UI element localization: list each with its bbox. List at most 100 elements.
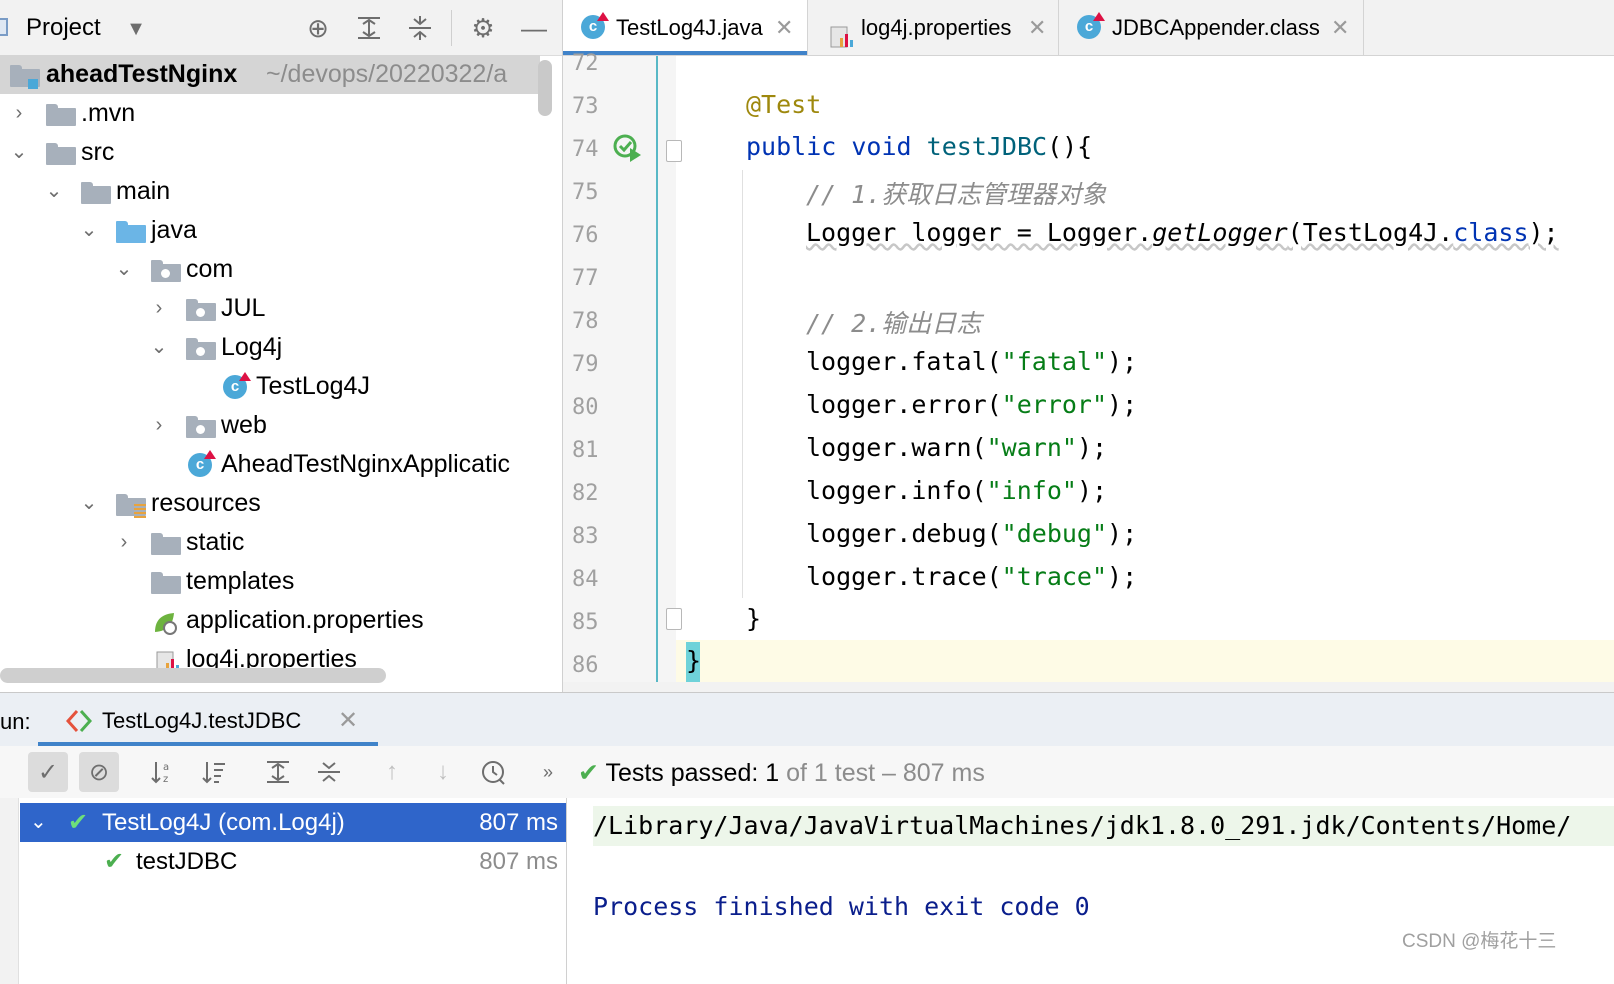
line-number: 73	[572, 94, 599, 119]
tree-label: JUL	[221, 294, 266, 322]
code-text: );	[1076, 433, 1108, 462]
close-icon[interactable]: ✕	[1331, 0, 1349, 55]
console-output[interactable]: /Library/Java/JavaVirtualMachines/jdk1.8…	[567, 798, 1614, 984]
close-icon[interactable]: ✕	[338, 706, 358, 735]
tree-item-src[interactable]: ⌄ src	[0, 133, 540, 172]
more-actions-icon[interactable]: »	[528, 752, 568, 792]
folder-icon	[46, 104, 76, 126]
tab-separator	[1363, 0, 1364, 55]
expand-all-icon[interactable]	[353, 12, 385, 44]
tree-item-templates[interactable]: templates	[0, 562, 540, 601]
code-text: (){	[1047, 132, 1093, 161]
fold-marker-icon[interactable]	[666, 140, 682, 162]
tree-item-com[interactable]: ⌄ com	[0, 250, 540, 289]
expand-all-icon[interactable]	[258, 752, 298, 792]
tab-label: TestLog4J.java	[616, 15, 763, 40]
test-row-class[interactable]: ⌄ ✔ TestLog4J (com.Log4j) 807 ms	[20, 803, 566, 842]
tree-item-resources[interactable]: ⌄ resources	[0, 484, 540, 523]
run-tab-label: TestLog4J.testJDBC	[102, 708, 302, 733]
run-test-icon[interactable]	[613, 133, 643, 163]
line-number: 82	[572, 481, 599, 506]
gear-icon[interactable]: ⚙	[467, 12, 499, 44]
line-number: 84	[572, 567, 599, 592]
tree-item-web[interactable]: › web	[0, 406, 540, 445]
previous-failed-icon[interactable]: ↑	[372, 752, 412, 792]
tree-label: application.properties	[186, 606, 424, 634]
code-text: Logger logger = Logger.	[806, 218, 1153, 247]
sort-by-duration-icon[interactable]	[194, 752, 234, 792]
fold-marker-icon[interactable]	[666, 608, 682, 630]
close-icon[interactable]: ✕	[1028, 0, 1046, 55]
chevron-down-icon[interactable]: ⌄	[79, 211, 99, 250]
package-icon	[186, 416, 216, 438]
chevron-right-icon[interactable]: ›	[114, 523, 134, 562]
chevron-down-icon[interactable]: ⌄	[9, 133, 29, 172]
sort-alphabetically-icon[interactable]: az	[143, 752, 183, 792]
project-title[interactable]: Project	[26, 14, 101, 42]
hide-panel-icon[interactable]: —	[518, 12, 550, 44]
run-toolbar: ✓ ⊘ az ↑ ↓ » ✔ Tests passed: 1 of 1 test…	[0, 746, 1614, 799]
code-text: logger.fatal(	[806, 347, 1002, 376]
tree-root[interactable]: aheadTestNginx ~/devops/20220322/a	[0, 55, 540, 94]
tree-item-java[interactable]: ⌄ java	[0, 211, 540, 250]
tree-label: .mvn	[81, 99, 136, 127]
code-string: "error"	[1001, 390, 1108, 419]
chevron-right-icon[interactable]: ›	[149, 406, 169, 445]
chevron-right-icon[interactable]: ›	[149, 289, 169, 328]
project-vertical-scrollbar[interactable]	[538, 60, 552, 116]
tab-jdbcappender-class[interactable]: c JDBCAppender.class ✕	[1059, 0, 1363, 55]
watermark: CSDN @梅花十三	[1402, 931, 1557, 952]
code-log-call: logger.warn("warn");	[806, 433, 1107, 462]
run-side-gutter	[0, 798, 19, 984]
tab-testlog4j-java[interactable]: c TestLog4J.java ✕	[563, 0, 807, 55]
code-text: logger.info(	[806, 476, 987, 505]
chevron-right-icon[interactable]: ›	[9, 94, 29, 133]
tree-item-log4j[interactable]: ⌄ Log4j	[0, 328, 540, 367]
run-tool-window-header: un: TestLog4J.testJDBC ✕	[0, 692, 1614, 747]
tree-item-mvn[interactable]: › .mvn	[0, 94, 540, 133]
code-keyword: void	[851, 132, 912, 161]
code-method-call: getLogger	[1152, 218, 1288, 247]
java-class-icon: c	[581, 12, 609, 39]
tab-label: log4j.properties	[861, 15, 1012, 40]
chevron-down-icon[interactable]: ⌄	[114, 250, 134, 289]
project-panel-header: Project ▼ ⊕ ⚙ —	[0, 0, 562, 56]
tab-log4j-properties[interactable]: log4j.properties ✕	[808, 0, 1058, 55]
chevron-down-icon[interactable]: ▼	[120, 13, 152, 45]
tree-label: java	[151, 216, 197, 244]
tree-item-main[interactable]: ⌄ main	[0, 172, 540, 211]
next-failed-icon[interactable]: ↓	[423, 752, 463, 792]
locate-file-icon[interactable]: ⊕	[302, 12, 334, 44]
code-method-name: testJDBC	[926, 132, 1048, 161]
show-passed-icon[interactable]: ✓	[28, 752, 68, 792]
tree-item-testlog4j[interactable]: c TestLog4J	[0, 367, 540, 406]
tree-label: templates	[186, 567, 295, 595]
properties-file-icon	[828, 15, 854, 48]
test-history-icon[interactable]	[474, 752, 514, 792]
code-annotation: @Test	[746, 90, 822, 119]
console-exit-message: Process finished with exit code 0	[593, 892, 1090, 921]
tree-item-jul[interactable]: › JUL	[0, 289, 540, 328]
tree-item-application-properties[interactable]: application.properties	[0, 601, 540, 640]
collapse-all-icon[interactable]	[404, 12, 436, 44]
chevron-down-icon[interactable]: ⌄	[149, 328, 169, 367]
line-number: 74	[572, 137, 599, 162]
project-horizontal-scrollbar[interactable]	[0, 668, 386, 683]
code-text: );	[1107, 562, 1138, 591]
tree-item-application-class[interactable]: c AheadTestNginxApplicatic	[0, 445, 540, 484]
chevron-down-icon[interactable]: ⌄	[30, 803, 47, 842]
test-row-method[interactable]: ✔ testJDBC 807 ms	[20, 842, 566, 881]
code-text: logger.warn(	[806, 433, 987, 462]
show-ignored-icon[interactable]: ⊘	[79, 752, 119, 792]
code-string: "warn"	[986, 433, 1077, 462]
chevron-down-icon[interactable]: ⌄	[44, 172, 64, 211]
chevron-down-icon[interactable]: ⌄	[79, 484, 99, 523]
run-tab[interactable]: TestLog4J.testJDBC ✕	[38, 693, 378, 747]
close-icon[interactable]: ✕	[775, 0, 793, 55]
gutter-separator	[656, 56, 658, 682]
code-text: (TestLog4J.	[1287, 218, 1454, 247]
status-count: 1	[765, 759, 780, 787]
collapse-all-icon[interactable]	[309, 752, 349, 792]
tree-item-static[interactable]: › static	[0, 523, 540, 562]
package-icon	[186, 299, 216, 321]
